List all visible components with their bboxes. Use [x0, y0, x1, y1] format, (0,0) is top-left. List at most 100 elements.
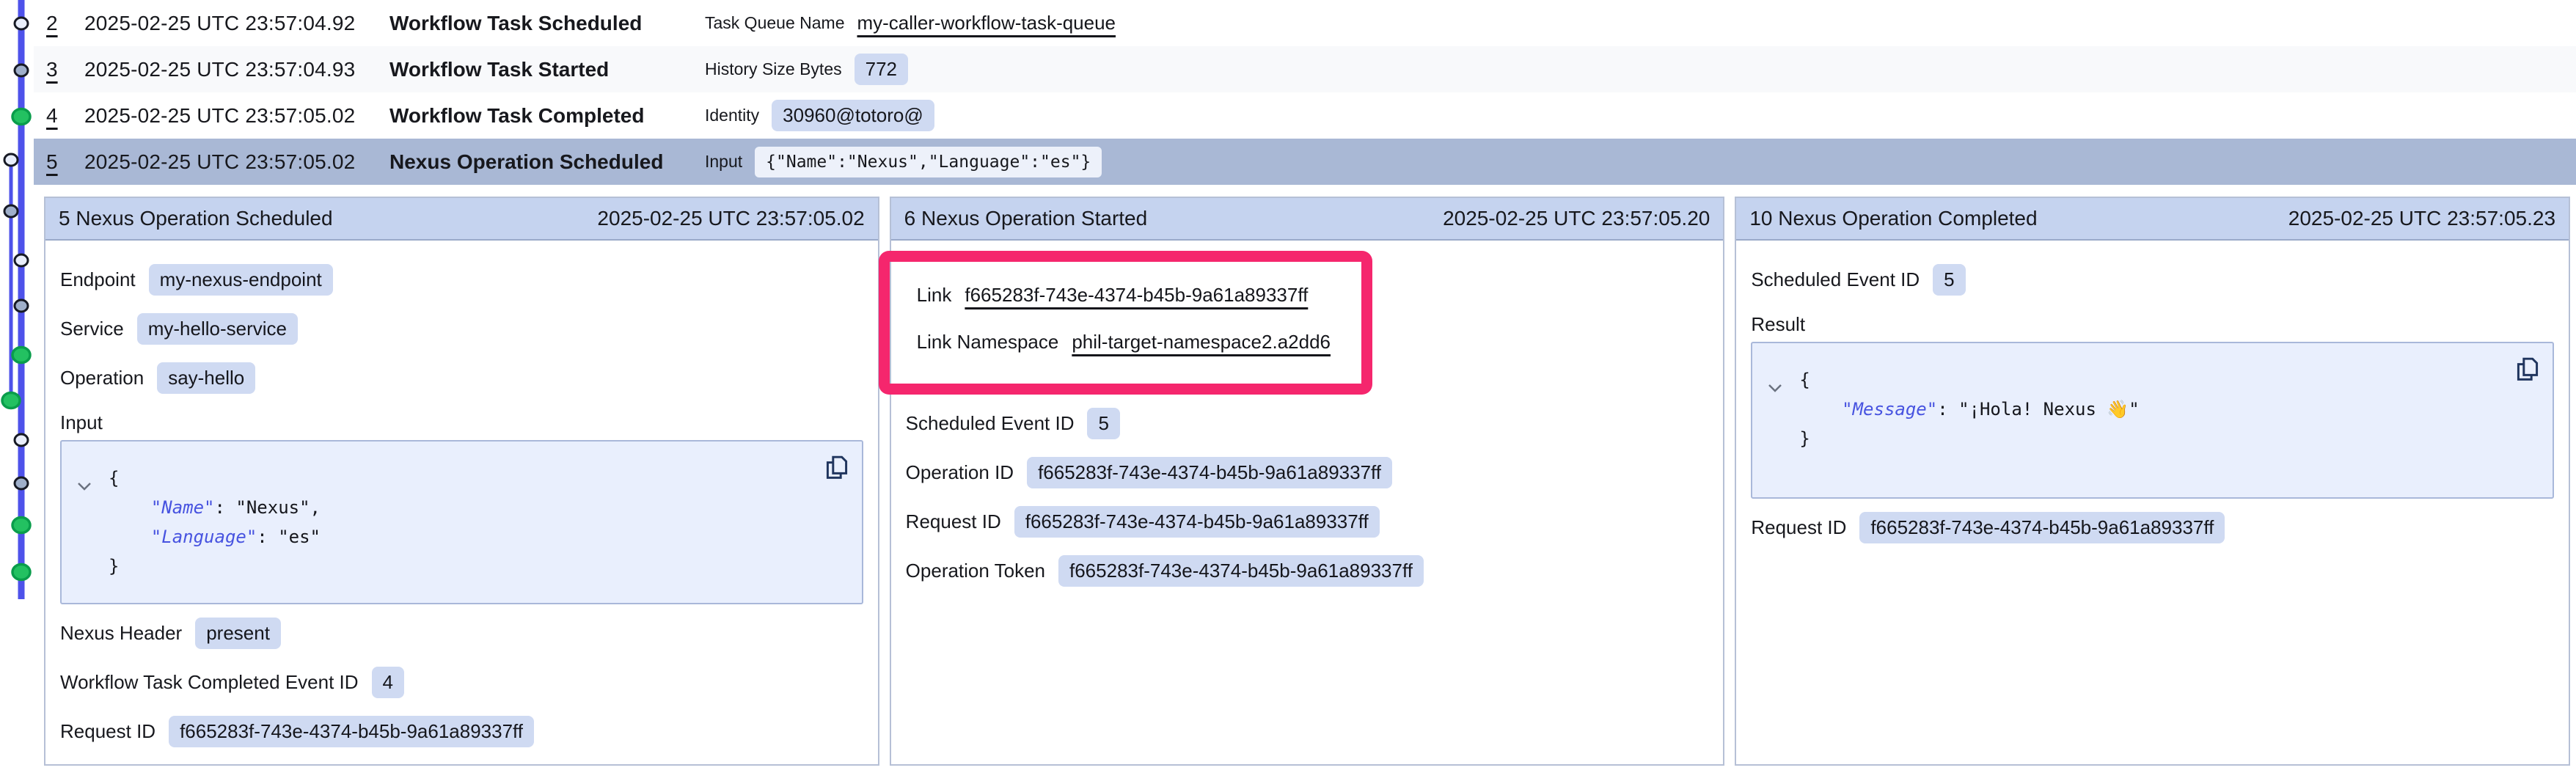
detail-row-label: Workflow Task Completed Event ID — [60, 671, 359, 694]
event-detail-panel: 10 Nexus Operation Completed 2025-02-25 U… — [1735, 197, 2570, 766]
copy-icon[interactable] — [824, 453, 850, 485]
detail-row-value-badge: f665283f-743e-4374-b45b-9a61a89337ff — [169, 716, 534, 747]
json-text: } — [109, 556, 119, 576]
detail-row-value-badge: 5 — [1933, 264, 1965, 296]
detail-row-value-link[interactable]: phil-target-namespace2.a2dd6 — [1072, 331, 1331, 353]
detail-row-value-badge: f665283f-743e-4374-b45b-9a61a89337ff — [1027, 457, 1392, 488]
panel-body: Scheduled Event ID 5 Result { "Message": "¡… — [1736, 241, 2569, 543]
detail-row-value-badge: f665283f-743e-4374-b45b-9a61a89337ff — [1859, 512, 2225, 543]
event-attribute: Input{"Name":"Nexus","Language":"es"} — [705, 147, 1102, 177]
event-attribute-value-link[interactable]: my-caller-workflow-task-queue — [857, 12, 1116, 34]
panel-header: 10 Nexus Operation Completed 2025-02-25 U… — [1736, 198, 2569, 241]
event-timestamp: 2025-02-25 UTC 23:57:04.93 — [84, 58, 389, 81]
event-history-list: 22025-02-25 UTC 23:57:04.92Workflow Task… — [34, 0, 2576, 185]
event-row[interactable]: 32025-02-25 UTC 23:57:04.93Workflow Task… — [34, 46, 2576, 92]
detail-row-label: Nexus Header — [60, 622, 182, 645]
detail-row-label: Request ID — [906, 510, 1001, 533]
event-detail-panel: 6 Nexus Operation Started2025-02-25 UTC … — [890, 197, 1725, 766]
event-row[interactable]: 52025-02-25 UTC 23:57:05.02Nexus Operati… — [34, 139, 2576, 185]
json-text: : "¡Hola! Nexus 👋" — [1937, 399, 2140, 420]
json-line: "Name": "Nexus", — [109, 493, 811, 522]
detail-row-value-badge: my-nexus-endpoint — [149, 264, 333, 296]
detail-row-label: Request ID — [60, 720, 155, 743]
event-name: Nexus Operation Scheduled — [389, 150, 705, 174]
detail-row: Request ID f665283f-743e-4374-b45b-9a61a8… — [60, 716, 863, 747]
timeline-event-dot-green — [12, 109, 30, 125]
json-line: { — [109, 464, 811, 493]
temporal-event-history-view: 22025-02-25 UTC 23:57:04.92Workflow Task… — [0, 0, 2576, 773]
json-line: "Message": "¡Hola! Nexus 👋" — [1799, 395, 2501, 424]
detail-row: Operationsay-hello — [60, 362, 863, 394]
detail-row-value-link[interactable]: f665283f-743e-4374-b45b-9a61a89337ff — [965, 284, 1308, 307]
event-name: Workflow Task Scheduled — [389, 12, 705, 35]
event-id-link[interactable]: 5 — [34, 150, 84, 174]
chevron-down-icon[interactable] — [76, 471, 92, 500]
detail-row: Endpoint ID3c0c75ccfa8144b092c13ce632463… — [60, 765, 863, 773]
detail-row-value-link[interactable]: 3c0c75ccfa8144b092c13ce632463761 — [173, 769, 501, 773]
event-id-link[interactable]: 2 — [34, 12, 84, 35]
detail-row-value-badge: f665283f-743e-4374-b45b-9a61a89337ff — [1014, 506, 1380, 538]
panel-title: 6 Nexus Operation Started — [904, 207, 1148, 230]
detail-row: Workflow Task Completed Event ID 4 — [60, 667, 863, 698]
detail-row-label: Scheduled Event ID — [1751, 268, 1920, 291]
detail-row: Endpointmy-nexus-endpoint — [60, 264, 863, 296]
panel-title: 10 Nexus Operation Completed — [1749, 207, 2037, 230]
json-text: { — [109, 468, 119, 488]
detail-row: Servicemy-hello-service — [60, 313, 863, 345]
json-text: { — [1799, 370, 1810, 390]
detail-row-label: Link — [917, 284, 952, 307]
json-code-block: { "Message": "¡Hola! Nexus 👋"} — [1751, 342, 2554, 499]
detail-row-label: Operation ID — [906, 461, 1014, 484]
detail-row-value-badge: 4 — [372, 667, 404, 698]
event-id-link[interactable]: 3 — [34, 58, 84, 81]
detail-row: Operation ID f665283f-743e-4374-b45b-9a61… — [906, 457, 1709, 488]
panel-timestamp: 2025-02-25 UTC 23:57:05.23 — [2288, 207, 2555, 230]
json-text: : "Nexus", — [215, 497, 321, 518]
event-attribute: Task Queue Name my-caller-workflow-task-q… — [705, 12, 1116, 34]
detail-row-label: Operation — [60, 367, 144, 389]
chevron-down-icon[interactable] — [1767, 373, 1783, 402]
detail-code-label: Result — [1751, 313, 2554, 336]
timeline-event-dot-white — [4, 154, 18, 166]
timeline-event-dot-gray — [15, 65, 28, 76]
panel-timestamp: 2025-02-25 UTC 23:57:05.02 — [597, 207, 864, 230]
detail-code-label: Input — [60, 411, 863, 434]
timeline-event-dot-white — [15, 254, 28, 266]
json-code-block: { "Name": "Nexus", "Language": "es"} — [60, 440, 863, 604]
detail-row-value-badge: 5 — [1087, 408, 1119, 439]
event-name: Workflow Task Completed — [389, 104, 705, 128]
timeline-event-dot-green — [12, 565, 30, 580]
copy-icon[interactable] — [2514, 355, 2541, 386]
json-text: } — [1799, 428, 1810, 449]
event-attribute-label: Task Queue Name — [705, 13, 844, 33]
timeline-event-dot-white — [15, 18, 28, 29]
event-row[interactable]: 22025-02-25 UTC 23:57:04.92Workflow Task… — [34, 0, 2576, 46]
panel-header: 6 Nexus Operation Started2025-02-25 UTC … — [891, 198, 1724, 241]
panel-header: 5 Nexus Operation Scheduled2025-02-25 UT… — [45, 198, 878, 241]
event-attribute-value-badge: 30960@totoro@ — [772, 100, 934, 131]
timeline-event-dot-white — [15, 434, 28, 446]
detail-row: Scheduled Event ID5 — [906, 408, 1709, 439]
link-highlight-annotation: Link f665283f-743e-4374-b45b-9a61a89337ff… — [879, 251, 1372, 395]
detail-row: Scheduled Event ID 5 — [1751, 264, 2554, 296]
json-text: : "es" — [257, 527, 321, 547]
timeline-event-dot-green — [12, 348, 30, 363]
panel-body: Link f665283f-743e-4374-b45b-9a61a89337ff… — [891, 241, 1724, 587]
timeline-event-dot-green — [2, 393, 20, 409]
event-attribute-value-badge: 772 — [855, 54, 908, 85]
event-row[interactable]: 42025-02-25 UTC 23:57:05.02Workflow Task… — [34, 92, 2576, 139]
event-attribute: History Size Bytes772 — [705, 54, 908, 85]
panel-body: Endpointmy-nexus-endpoint Servicemy-hello… — [45, 241, 878, 773]
event-id-link[interactable]: 4 — [34, 104, 84, 128]
event-name: Workflow Task Started — [389, 58, 705, 81]
detail-row: Request IDf665283f-743e-4374-b45b-9a61a8… — [1751, 512, 2554, 543]
json-line: { — [1799, 365, 2501, 395]
event-attribute: Identity30960@totoro@ — [705, 100, 934, 131]
json-line: } — [109, 552, 811, 581]
event-timestamp: 2025-02-25 UTC 23:57:05.02 — [84, 150, 389, 174]
json-key: "Language" — [109, 527, 257, 547]
detail-row-value-badge: my-hello-service — [137, 313, 298, 345]
timeline-event-dot-gray — [15, 300, 28, 312]
json-key: "Message" — [1799, 399, 1937, 420]
event-attribute-label: Input — [705, 152, 742, 172]
